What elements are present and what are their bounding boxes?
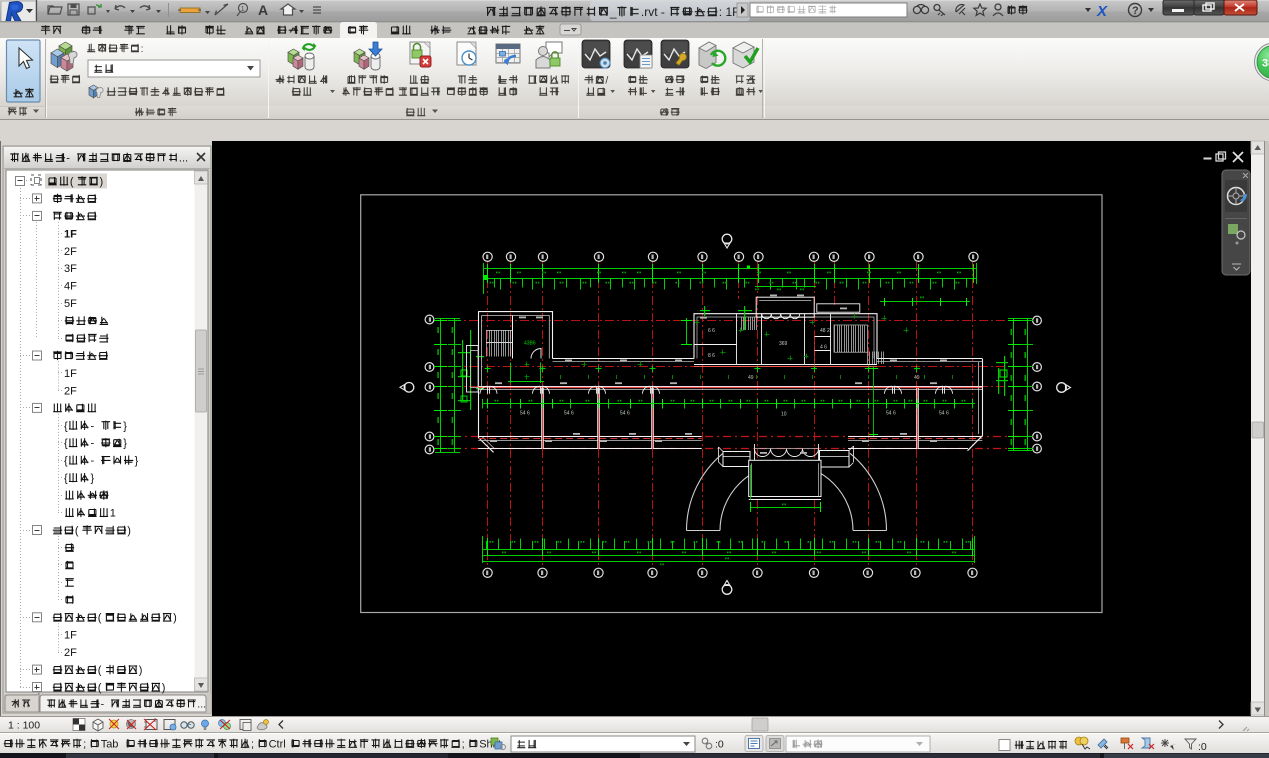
svg-text:2F: 2F bbox=[64, 246, 77, 258]
svg-text:{: { bbox=[64, 455, 68, 467]
svg-text:48 2: 48 2 bbox=[820, 328, 830, 334]
svg-text:: 1F: : 1F bbox=[719, 5, 740, 19]
svg-text:): ) bbox=[173, 612, 177, 624]
svg-text:-: - bbox=[91, 455, 95, 467]
svg-text:Ctrl: Ctrl bbox=[269, 739, 286, 751]
svg-text:-: - bbox=[91, 420, 95, 432]
svg-text:{: { bbox=[64, 438, 68, 450]
svg-text:-: - bbox=[91, 438, 95, 450]
svg-text:(: ( bbox=[98, 665, 102, 677]
svg-text:8 6: 8 6 bbox=[708, 353, 715, 359]
svg-text:1: 1 bbox=[110, 508, 116, 520]
svg-text:(: ( bbox=[98, 682, 102, 694]
svg-text:54 6: 54 6 bbox=[520, 411, 530, 417]
svg-text:;: ; bbox=[251, 739, 254, 751]
svg-text:1F: 1F bbox=[64, 228, 77, 240]
svg-text:}: } bbox=[91, 473, 95, 485]
svg-text:38: 38 bbox=[1262, 58, 1269, 70]
svg-text:54 6: 54 6 bbox=[939, 411, 949, 417]
svg-text:4 6: 4 6 bbox=[820, 345, 827, 351]
svg-text:X: X bbox=[1096, 3, 1108, 20]
svg-text:54 6: 54 6 bbox=[620, 411, 630, 417]
svg-text:;: ; bbox=[462, 739, 465, 751]
svg-text:54 6: 54 6 bbox=[564, 411, 574, 417]
svg-text:4F: 4F bbox=[64, 281, 77, 293]
svg-text:1F: 1F bbox=[64, 630, 77, 642]
svg-text:43B6: 43B6 bbox=[524, 341, 536, 347]
svg-text:6 6: 6 6 bbox=[708, 328, 715, 334]
svg-text:): ) bbox=[139, 665, 143, 677]
svg-text:54 6: 54 6 bbox=[886, 411, 896, 417]
svg-text:/: / bbox=[605, 74, 608, 86]
svg-text:1F: 1F bbox=[64, 368, 77, 380]
svg-text:10: 10 bbox=[781, 412, 787, 418]
svg-text:_: _ bbox=[609, 5, 617, 19]
svg-text:Tab: Tab bbox=[101, 739, 119, 751]
svg-text:-: - bbox=[101, 698, 105, 710]
svg-text:...: ... bbox=[197, 698, 206, 710]
svg-text:1: 1 bbox=[241, 6, 245, 13]
svg-text:5F: 5F bbox=[64, 298, 77, 310]
svg-text:;: ; bbox=[83, 739, 86, 751]
svg-text:(: ( bbox=[75, 525, 79, 537]
svg-text:3F: 3F bbox=[64, 263, 77, 275]
svg-text:): ) bbox=[162, 682, 166, 694]
svg-text:}: } bbox=[135, 455, 139, 467]
svg-text:-: - bbox=[66, 153, 70, 165]
svg-text:): ) bbox=[100, 176, 104, 188]
svg-text::: : bbox=[141, 43, 144, 55]
svg-text:(: ( bbox=[70, 176, 74, 188]
svg-text:(: ( bbox=[98, 612, 102, 624]
svg-text::0: :0 bbox=[1198, 741, 1207, 753]
svg-text:1 : 100: 1 : 100 bbox=[8, 720, 40, 732]
svg-text:.rvt -: .rvt - bbox=[641, 5, 665, 19]
svg-text:{: { bbox=[64, 473, 68, 485]
svg-text::0: :0 bbox=[715, 739, 724, 751]
svg-text:{: { bbox=[64, 420, 68, 432]
svg-text:2F: 2F bbox=[64, 647, 77, 659]
svg-text:?: ? bbox=[1132, 5, 1139, 17]
svg-text:): ) bbox=[127, 525, 131, 537]
svg-text:49: 49 bbox=[748, 375, 754, 381]
svg-text:A: A bbox=[258, 2, 268, 18]
svg-text:...: ... bbox=[179, 153, 188, 165]
svg-text:369: 369 bbox=[779, 341, 788, 347]
svg-text:}: } bbox=[123, 438, 127, 450]
svg-text:}: } bbox=[123, 420, 127, 432]
svg-text:49: 49 bbox=[914, 375, 920, 381]
svg-text:2F: 2F bbox=[64, 385, 77, 397]
